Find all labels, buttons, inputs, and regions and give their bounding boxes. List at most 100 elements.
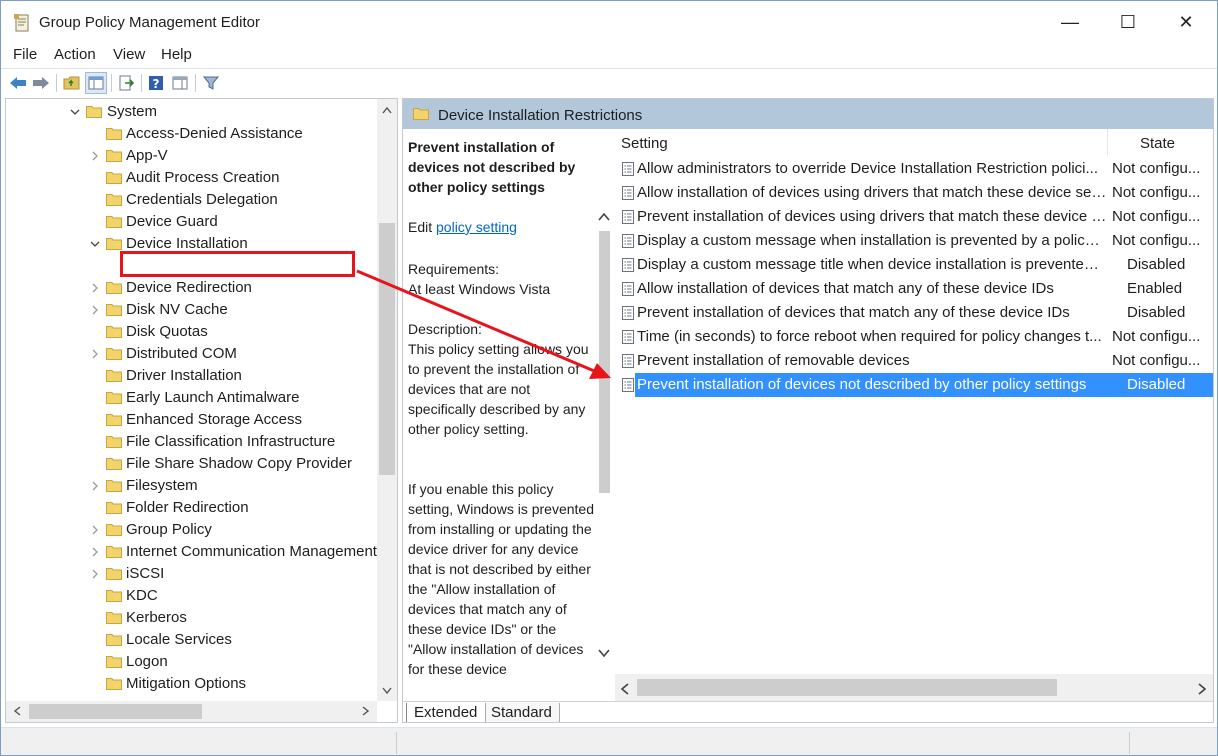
show-hide-tree-button[interactable]: [85, 72, 107, 94]
chevron-right-icon[interactable]: [89, 150, 101, 162]
setting-state: Not configu...: [1112, 232, 1201, 249]
tree-node[interactable]: Audit Process Creation: [6, 167, 377, 189]
export-list-button[interactable]: [115, 72, 137, 94]
table-row[interactable]: Display a custom message when installati…: [615, 229, 1213, 253]
tab-standard[interactable]: Standard: [485, 703, 560, 722]
up-folder-button[interactable]: [61, 72, 83, 94]
tree-scroll-thumb[interactable]: [379, 223, 395, 475]
forward-button[interactable]: [30, 72, 52, 94]
tree-vertical-scrollbar[interactable]: [377, 99, 397, 701]
scroll-down-icon[interactable]: [378, 681, 396, 699]
tree-node[interactable]: iSCSI: [6, 563, 377, 585]
tree-node[interactable]: Kerberos: [6, 607, 377, 629]
list-hscroll-thumb[interactable]: [637, 679, 1057, 696]
chevron-down-icon[interactable]: [69, 106, 81, 118]
chevron-right-icon[interactable]: [89, 546, 101, 558]
tree-node[interactable]: Folder Redirection: [6, 497, 377, 519]
tree-node[interactable]: Access-Denied Assistance: [6, 123, 377, 145]
menu-view[interactable]: View: [113, 46, 145, 63]
tree-node[interactable]: Group Policy: [6, 519, 377, 541]
tree-node[interactable]: Early Launch Antimalware: [6, 387, 377, 409]
column-divider[interactable]: [1107, 129, 1108, 155]
chevron-right-icon[interactable]: [89, 348, 101, 360]
setting-state: Disabled: [1127, 376, 1186, 393]
folder-icon: [106, 194, 122, 206]
chevron-right-icon[interactable]: [89, 304, 101, 316]
back-button[interactable]: [7, 72, 29, 94]
folder-icon: [106, 524, 122, 536]
folder-icon: [106, 480, 122, 492]
table-row[interactable]: Prevent installation of devices not desc…: [615, 373, 1213, 397]
tree-node[interactable]: Internet Communication Management: [6, 541, 377, 563]
menu-file[interactable]: File: [13, 46, 37, 63]
tree-node[interactable]: Logon: [6, 651, 377, 673]
tree-node[interactable]: Driver Installation: [6, 365, 377, 387]
tree-node[interactable]: App-V: [6, 145, 377, 167]
list-horizontal-scrollbar[interactable]: [615, 674, 1213, 701]
scroll-down-icon[interactable]: [598, 649, 610, 657]
tree-node[interactable]: KDC: [6, 585, 377, 607]
tree-node-system[interactable]: System: [6, 101, 377, 123]
chevron-down-icon[interactable]: [89, 238, 101, 250]
tree-node[interactable]: Device Redirection: [6, 277, 377, 299]
chevron-right-icon[interactable]: [89, 568, 101, 580]
scroll-up-icon[interactable]: [598, 213, 610, 221]
chevron-right-icon[interactable]: [89, 282, 101, 294]
filter-button[interactable]: [200, 72, 222, 94]
tab-extended[interactable]: Extended: [406, 703, 486, 722]
tree-node[interactable]: Enhanced Storage Access: [6, 409, 377, 431]
show-action-pane-button[interactable]: [169, 72, 191, 94]
scroll-left-icon[interactable]: [621, 683, 629, 695]
menu-bar: File Action View Help: [1, 43, 1217, 67]
tree-node[interactable]: File Share Shadow Copy Provider: [6, 453, 377, 475]
tree-node[interactable]: Distributed COM: [6, 343, 377, 365]
tree-node[interactable]: Locale Services: [6, 629, 377, 651]
tree-node[interactable]: Device Guard: [6, 211, 377, 233]
description-scrollbar[interactable]: [596, 209, 613, 699]
column-header-state[interactable]: State: [1140, 135, 1175, 152]
table-row[interactable]: Allow installation of devices that match…: [615, 277, 1213, 301]
action-pane-icon: [172, 76, 188, 90]
folder-icon: [106, 634, 122, 646]
table-row[interactable]: Allow installation of devices using driv…: [615, 181, 1213, 205]
tree-node-label: Audit Process Creation: [126, 169, 280, 186]
help-button[interactable]: ?: [145, 72, 167, 94]
gpme-window: Group Policy Management Editor — ☐ ✕ Fil…: [0, 0, 1218, 756]
close-button[interactable]: ✕: [1157, 1, 1215, 43]
maximize-button[interactable]: ☐: [1099, 1, 1157, 43]
edit-policy-link[interactable]: policy setting: [436, 219, 517, 235]
minimize-button[interactable]: —: [1041, 1, 1099, 43]
scroll-left-icon[interactable]: [8, 702, 26, 720]
setting-name: Display a custom message when installati…: [637, 232, 1107, 249]
chevron-right-icon[interactable]: [89, 524, 101, 536]
table-row[interactable]: Prevent installation of devices that mat…: [615, 301, 1213, 325]
tree-hscroll-thumb[interactable]: [29, 704, 202, 719]
tree-node-label: Disk Quotas: [126, 323, 208, 340]
tree-node[interactable]: Disk NV Cache: [6, 299, 377, 321]
folder-icon: [106, 458, 122, 470]
scroll-right-icon[interactable]: [356, 702, 374, 720]
table-row[interactable]: Display a custom message title when devi…: [615, 253, 1213, 277]
tree-node[interactable]: Filesystem: [6, 475, 377, 497]
tree-node-label: KDC: [126, 587, 158, 604]
tree-horizontal-scrollbar[interactable]: [6, 701, 377, 722]
table-row[interactable]: Prevent installation of removable device…: [615, 349, 1213, 373]
tree-label-system: System: [107, 103, 158, 120]
menu-action[interactable]: Action: [54, 46, 96, 63]
table-row[interactable]: Time (in seconds) to force reboot when r…: [615, 325, 1213, 349]
tree-node[interactable]: Disk Quotas: [6, 321, 377, 343]
menu-help[interactable]: Help: [161, 46, 192, 63]
tree-node[interactable]: File Classification Infrastructure: [6, 431, 377, 453]
tree-node[interactable]: Credentials Delegation: [6, 189, 377, 211]
table-row[interactable]: Allow administrators to override Device …: [615, 157, 1213, 181]
tree-node-label: Distributed COM: [126, 345, 237, 362]
column-header-setting[interactable]: Setting: [621, 135, 668, 152]
settings-list: Setting State Allow administrators to ov…: [615, 129, 1213, 674]
table-row[interactable]: Prevent installation of devices using dr…: [615, 205, 1213, 229]
minimize-icon: —: [1061, 11, 1079, 32]
chevron-right-icon[interactable]: [89, 480, 101, 492]
scroll-right-icon[interactable]: [1198, 683, 1206, 695]
scroll-up-icon[interactable]: [378, 101, 396, 119]
tree-node[interactable]: Mitigation Options: [6, 673, 377, 695]
description-scroll-thumb[interactable]: [599, 231, 610, 493]
